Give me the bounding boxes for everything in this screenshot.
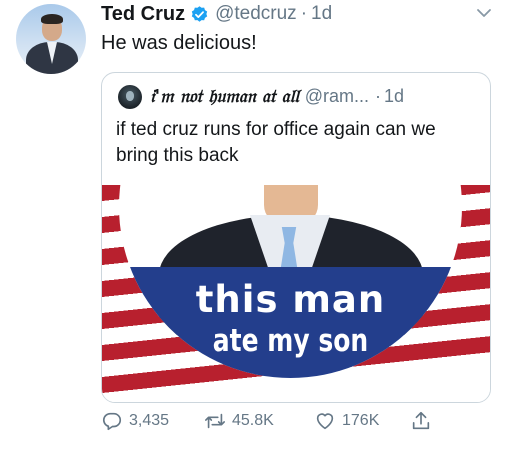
author-avatar[interactable] [16,4,86,74]
quoted-tweet-header: 𝔦'𝔪 𝔫𝔬𝔱 𝔥𝔲𝔪𝔞𝔫 𝔞𝔱 𝔞𝔩𝔩 @ram... · 1d [150,82,404,110]
image-text-line-2: ate my son [212,322,369,359]
like-icon [316,413,334,430]
quoted-author-name: 𝔦'𝔪 𝔫𝔬𝔱 𝔥𝔲𝔪𝔞𝔫 𝔞𝔱 𝔞𝔩𝔩 [150,85,299,107]
author-name[interactable]: Ted Cruz [101,3,185,26]
tweet-text: He was delicious! [101,32,257,54]
tweet-actions: 3,435 45.8K 176K [101,410,501,440]
quoted-tweet[interactable]: 𝔦'𝔪 𝔫𝔬𝔱 𝔥𝔲𝔪𝔞𝔫 𝔞𝔱 𝔞𝔩𝔩 @ram... · 1d if ted… [101,72,491,403]
like-count: 176K [342,412,380,429]
share-button[interactable] [410,410,432,432]
image-text-line-1: this man [195,278,386,321]
retweet-button[interactable]: 45.8K [204,410,274,432]
quoted-tweet-image[interactable]: this man ate my son [102,185,490,402]
quoted-tweet-text: if ted cruz runs for office again can we… [116,119,436,166]
reply-icon [102,412,122,431]
tweet-time[interactable]: 1d [311,3,332,25]
tweet[interactable]: Ted Cruz @tedcruz · 1d He was delicious!… [0,0,512,453]
share-icon [412,411,430,430]
author-handle[interactable]: @tedcruz [215,3,297,25]
chevron-down-icon[interactable] [476,6,492,20]
avatar-hair [41,14,63,24]
verified-badge-icon [191,5,208,22]
campaign-button-graphic: this man ate my son [119,185,462,378]
retweet-count: 45.8K [232,412,274,429]
quoted-author-handle: @ram... [304,85,369,106]
quoted-separator-dot: · [374,85,381,106]
tweet-header: Ted Cruz @tedcruz · 1d [101,0,332,28]
reply-button[interactable]: 3,435 [101,410,169,432]
quoted-author-avatar [118,85,142,109]
like-button[interactable]: 176K [314,410,379,432]
reply-count: 3,435 [129,412,170,429]
retweet-icon [205,413,225,429]
separator-dot: · [300,3,308,24]
quoted-tweet-time: 1d [383,85,405,106]
